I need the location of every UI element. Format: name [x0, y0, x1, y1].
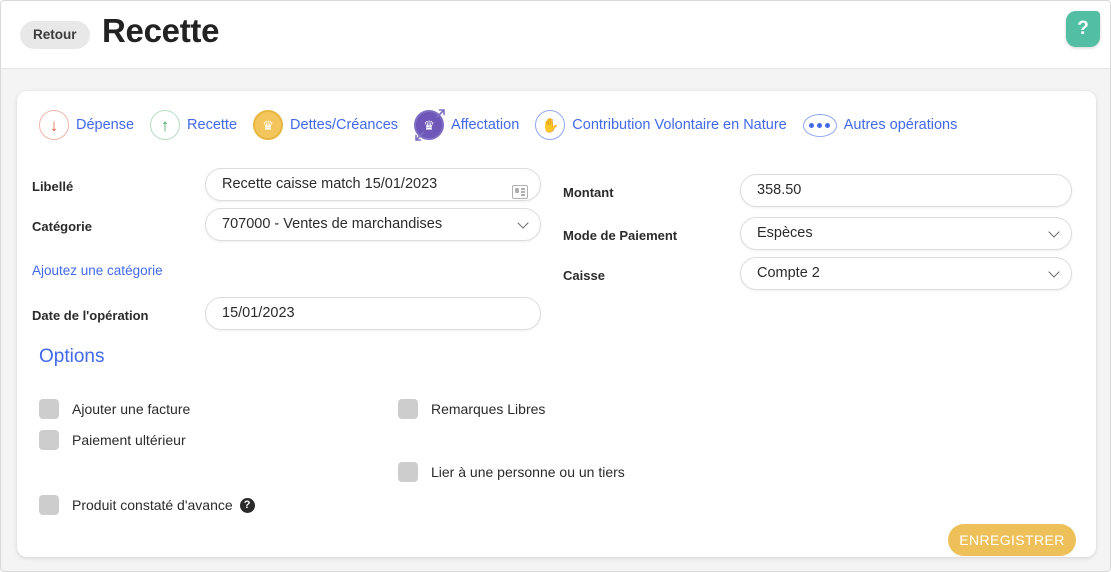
montant-label: Montant	[563, 185, 614, 200]
categorie-value: 707000 - Ventes de marchandises	[222, 216, 443, 232]
caisse-select[interactable]: Compte 2	[740, 257, 1072, 290]
hand-circle-icon: ✋	[535, 110, 566, 140]
checkbox[interactable]	[398, 399, 418, 419]
tab-dettes-creances[interactable]: ♛ Dettes/Créances	[253, 110, 398, 140]
option-label: Remarques Libres	[431, 401, 546, 417]
caisse-label: Caisse	[563, 268, 605, 283]
crown-circle-icon: ♛	[253, 110, 284, 140]
checkbox[interactable]	[39, 430, 59, 450]
libelle-input[interactable]: Recette caisse match 15/01/2023	[205, 168, 541, 201]
categorie-label: Catégorie	[32, 219, 92, 234]
montant-input[interactable]: 358.50	[740, 174, 1072, 207]
option-produit-constate-avance[interactable]: Produit constaté d'avance ?	[39, 495, 255, 515]
date-operation-label: Date de l'opération	[32, 308, 149, 323]
help-tooltip-icon[interactable]: ?	[239, 497, 255, 513]
option-label: Paiement ultérieur	[72, 432, 186, 448]
caisse-value: Compte 2	[757, 265, 820, 281]
tab-dettes-creances-label: Dettes/Créances	[290, 117, 399, 133]
chevron-down-icon	[517, 216, 529, 229]
form-card: ↓ Dépense ↑ Recette ♛ Dettes/Créances ♛ …	[17, 91, 1096, 557]
back-button[interactable]: Retour	[20, 21, 90, 49]
checkbox[interactable]	[39, 495, 59, 515]
libelle-label: Libellé	[32, 179, 74, 194]
operation-type-tabs: ↓ Dépense ↑ Recette ♛ Dettes/Créances ♛ …	[39, 109, 973, 141]
arrow-up-circle-icon: ↑	[150, 110, 181, 140]
page-title: Recette	[102, 12, 220, 49]
checkbox[interactable]	[398, 462, 418, 482]
tab-depense-label: Dépense	[76, 117, 135, 133]
help-button[interactable]: ?	[1066, 11, 1100, 47]
crown-expand-icon: ♛	[414, 109, 445, 141]
add-category-link[interactable]: Ajoutez une catégorie	[32, 263, 163, 278]
mode-paiement-label: Mode de Paiement	[563, 228, 678, 243]
page-header: Retour Recette ?	[1, 1, 1110, 69]
options-heading: Options	[39, 346, 105, 367]
ellipsis-circle-icon	[802, 113, 837, 137]
tab-autres-operations-label: Autres opérations	[843, 117, 958, 133]
option-ajouter-facture[interactable]: Ajouter une facture	[39, 399, 190, 419]
recette-page: Retour Recette ? ↓ Dépense ↑ Recette ♛ D…	[0, 0, 1111, 572]
date-operation-input[interactable]: 15/01/2023	[205, 297, 541, 330]
chevron-down-icon	[1048, 225, 1060, 238]
tab-recette-label: Recette	[187, 117, 238, 133]
save-button[interactable]: ENREGISTRER	[948, 524, 1076, 556]
tab-affectation[interactable]: ♛ Affectation	[414, 109, 520, 141]
option-label: Lier à une personne ou un tiers	[431, 464, 625, 480]
tab-affectation-label: Affectation	[451, 117, 520, 133]
checkbox[interactable]	[39, 399, 59, 419]
tab-contribution-volontaire-label: Contribution Volontaire en Nature	[572, 117, 787, 133]
categorie-select[interactable]: 707000 - Ventes de marchandises	[205, 208, 541, 241]
tab-autres-operations[interactable]: Autres opérations	[802, 113, 958, 137]
mode-paiement-select[interactable]: Espèces	[740, 217, 1072, 250]
tab-recette[interactable]: ↑ Recette	[150, 110, 237, 140]
arrow-down-circle-icon: ↓	[39, 110, 69, 140]
tab-contribution-volontaire[interactable]: ✋ Contribution Volontaire en Nature	[535, 110, 787, 140]
option-remarques-libres[interactable]: Remarques Libres	[398, 399, 545, 419]
option-paiement-ulterieur[interactable]: Paiement ultérieur	[39, 430, 186, 450]
chevron-down-icon	[1048, 265, 1060, 278]
option-lier-personne-tiers[interactable]: Lier à une personne ou un tiers	[398, 462, 625, 482]
option-label: Produit constaté d'avance	[72, 497, 233, 513]
question-mark-icon: ?	[1077, 18, 1089, 39]
contact-card-icon[interactable]	[512, 185, 528, 199]
tab-depense[interactable]: ↓ Dépense	[39, 110, 134, 140]
option-label: Ajouter une facture	[72, 401, 191, 417]
mode-paiement-value: Espèces	[757, 225, 813, 241]
